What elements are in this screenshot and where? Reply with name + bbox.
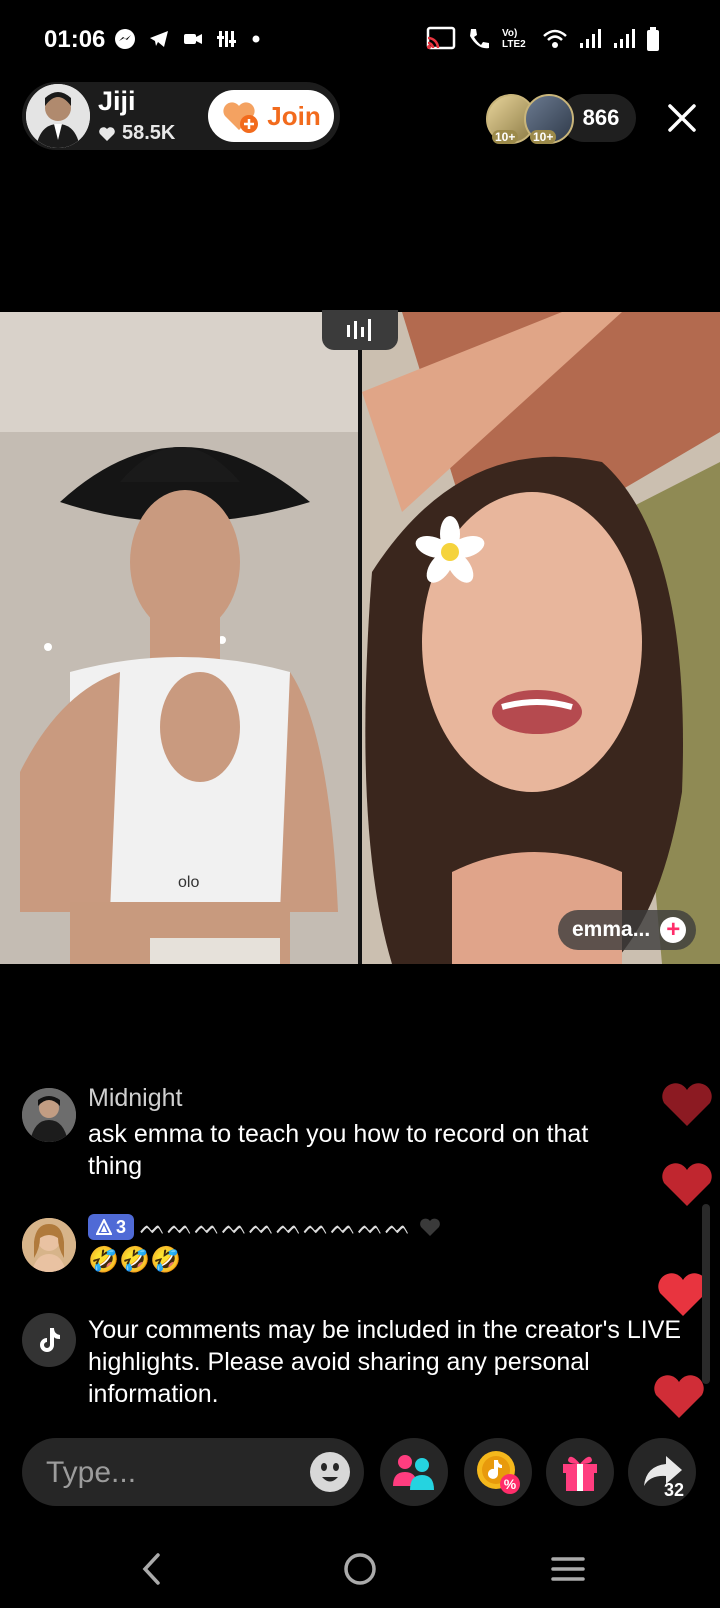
guest-video[interactable] [362, 312, 720, 964]
likes-count: 58.5K [122, 122, 176, 144]
comment-text: 🤣🤣🤣 [88, 1246, 182, 1274]
guests-icon [393, 1455, 434, 1490]
host-name: Jiji [98, 86, 136, 116]
back-icon [142, 1553, 160, 1585]
signal-icon-1 [580, 29, 601, 48]
emoji-icon [310, 1452, 350, 1492]
nav-recents-button[interactable] [538, 1544, 598, 1594]
guest-name-tag[interactable]: emma... + [558, 910, 696, 950]
nav-home-button[interactable] [330, 1544, 390, 1594]
viewer-avatar[interactable]: 10+ [524, 94, 574, 144]
comment-header: 3 ᨓᨓᨓᨓᨓᨓᨓᨓᨓᨓ [88, 1214, 442, 1240]
tiktok-system-avatar [22, 1313, 76, 1367]
viewer-level-badge: 10+ [492, 130, 519, 144]
close-button[interactable] [664, 98, 700, 138]
host-video[interactable]: olo [0, 312, 358, 964]
tiktok-icon [40, 1328, 60, 1352]
gift-button[interactable] [546, 1438, 614, 1506]
share-count: 32 [664, 1480, 685, 1500]
viewer-level-badge: 10+ [530, 130, 557, 144]
messenger-icon [115, 29, 135, 49]
home-icon [344, 1553, 376, 1585]
scroll-indicator[interactable] [702, 1204, 710, 1384]
battery-icon [647, 27, 659, 51]
comment-text: ask emma to teach you how to record on t… [88, 1120, 589, 1180]
system-icons: Vo) LTE2 [426, 26, 660, 52]
call-icon [470, 29, 489, 49]
comment-avatar[interactable] [22, 1218, 76, 1272]
floating-heart-icon [654, 1375, 704, 1418]
sound-bars-icon [347, 319, 371, 341]
comment-username[interactable]: ᨓᨓᨓᨓᨓᨓᨓᨓᨓᨓ [140, 1214, 412, 1240]
signal-icon-2 [614, 29, 635, 48]
coupon-button[interactable]: % [464, 1438, 532, 1506]
svg-text:olo: olo [178, 874, 199, 891]
host-likes: 58.5K [98, 122, 175, 145]
dot-icon [252, 35, 260, 43]
comment-placeholder[interactable]: Type... [46, 1456, 136, 1490]
guest-name: emma... [572, 918, 651, 941]
close-icon [668, 104, 696, 132]
svg-text:%: % [504, 1476, 517, 1492]
level-triangle-icon [96, 1219, 112, 1235]
follow-guest-button[interactable]: + [660, 917, 687, 943]
host-avatar[interactable] [26, 84, 90, 148]
heart-small-icon [99, 126, 115, 141]
floating-heart-icon [662, 1083, 712, 1126]
top-viewers[interactable]: 10+ 10+ [486, 94, 646, 144]
nav-back-button[interactable] [122, 1544, 182, 1594]
clock: 01:06 [44, 26, 106, 53]
notification-icons [114, 28, 262, 50]
equalizer-icon [217, 31, 236, 47]
multi-guest-button[interactable] [380, 1438, 448, 1506]
recents-icon [551, 1557, 585, 1581]
join-button[interactable]: Join [208, 90, 334, 142]
emoji-button[interactable] [308, 1450, 352, 1494]
floating-heart-icon [662, 1163, 712, 1206]
black-heart-icon [420, 1218, 441, 1236]
user-level-badge: 3 [88, 1214, 135, 1240]
gift-icon [563, 1456, 597, 1491]
fan-club-heart-icon [223, 102, 259, 133]
video-icon [184, 34, 202, 44]
comment-avatar[interactable] [22, 1088, 76, 1142]
audio-level-handle[interactable] [322, 310, 398, 350]
network-label: Vo) LTE2 [502, 28, 526, 50]
join-label: Join [267, 100, 321, 131]
share-button[interactable] [628, 1438, 696, 1506]
telegram-icon [150, 31, 168, 47]
coin-discount-icon: % [477, 1451, 520, 1494]
system-notice-text: Your comments may be included in the cre… [88, 1316, 682, 1408]
status-bar: 01:06 Vo) LTE2 [0, 0, 720, 80]
wifi-icon [543, 29, 567, 48]
cast-icon [426, 26, 456, 50]
user-level-number: 3 [116, 1216, 127, 1237]
comment-username[interactable]: Midnight [88, 1084, 183, 1113]
